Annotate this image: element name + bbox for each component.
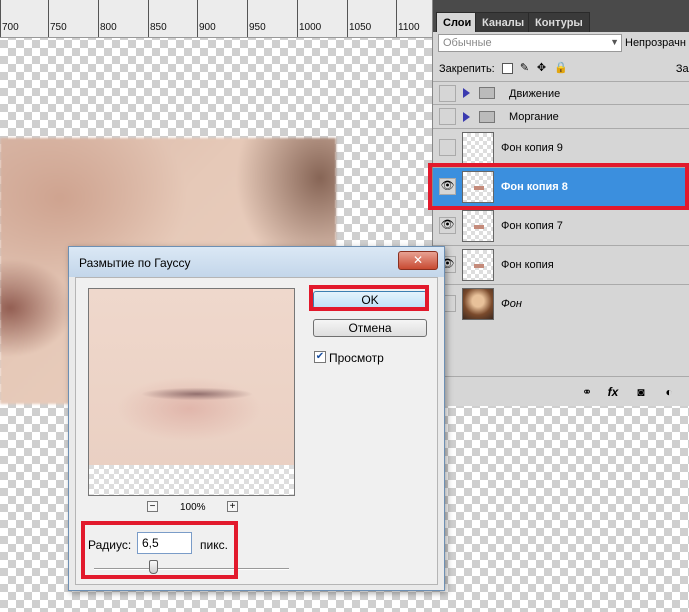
lock-row: Закрепить: ✎ ✥ 🔒 Зал [433,60,689,80]
lock-transparency-icon[interactable] [502,63,513,74]
layer-name: Фон копия [501,259,554,271]
tab-paths[interactable]: Контуры [528,12,590,32]
layers-panel: Слои Каналы Контуры Обычные ▼ Непрозрачн… [432,0,689,406]
layer-bg-copy-9[interactable]: Фон копия 9 [433,128,689,167]
ruler-label: 850 [150,22,167,33]
horizontal-ruler: 700 750 800 850 900 950 1000 1050 1100 [0,0,432,38]
visibility-toggle[interactable] [439,108,456,125]
zoom-out-button[interactable]: − [147,501,158,512]
preview-label: Просмотр [329,351,384,365]
ruler-label: 800 [100,22,117,33]
ruler-label: 950 [249,22,266,33]
layer-bg-copy-8[interactable]: 👁 Фон копия 8 [433,167,689,206]
preview-checkbox[interactable]: ✔ [314,351,326,363]
tab-channels[interactable]: Каналы [475,12,532,32]
ruler-label: 1050 [349,22,372,33]
link-icon[interactable]: ⚭ [579,385,595,399]
layer-name: Движение [509,88,561,100]
radius-label: Радиус: [88,538,132,552]
radius-slider-thumb[interactable] [149,560,159,574]
cancel-button[interactable]: Отмена [313,319,427,337]
ruler-label: 1000 [299,22,322,33]
radius-slider-track[interactable] [94,568,289,570]
layer-background[interactable]: Фон [433,284,689,323]
layer-group-motion[interactable]: Движение [433,81,689,104]
fx-icon[interactable]: fx [605,385,621,399]
visibility-toggle[interactable] [439,139,456,156]
brush-icon[interactable]: ✎ [519,63,530,74]
layer-group-blink[interactable]: Моргание [433,104,689,128]
move-icon[interactable]: ✥ [536,63,547,74]
folder-icon [479,111,495,123]
chevron-down-icon: ▼ [610,37,619,47]
blend-row: Обычные ▼ Непрозрачн [433,34,689,54]
layer-thumbnail [462,132,494,164]
close-button[interactable]: ✕ [398,251,438,270]
layer-thumbnail [462,210,494,242]
layer-bg-copy-7[interactable]: 👁 Фон копия 7 [433,206,689,245]
ok-button[interactable]: OK [313,291,427,309]
fill-label: Зал [675,63,689,75]
zoom-in-button[interactable]: + [227,501,238,512]
layer-name: Фон копия 9 [501,142,563,154]
panel-tabs: Слои Каналы Контуры [433,0,689,32]
ruler-label: 700 [2,22,19,33]
radius-unit: пикс. [200,538,228,552]
layer-thumbnail [462,288,494,320]
layer-name: Фон копия 8 [501,181,568,193]
expand-triangle-icon[interactable] [463,88,470,98]
preview-image [89,289,294,465]
radius-input[interactable] [137,532,192,554]
gaussian-blur-dialog: Размытие по Гауссу ✕ − 100% + OK Отмена … [68,246,445,591]
ruler-label: 750 [50,22,67,33]
blur-preview[interactable] [88,288,295,496]
dialog-titlebar[interactable]: Размытие по Гауссу ✕ [69,247,444,277]
mask-icon[interactable]: ◙ [633,385,649,399]
tab-layers[interactable]: Слои [436,12,479,32]
layer-name: Фон копия 7 [501,220,563,232]
opacity-label: Непрозрачн [625,37,686,49]
lock-label: Закрепить: [439,63,495,75]
eye-icon[interactable]: 👁 [439,178,456,195]
layer-bg-copy[interactable]: 👁 Фон копия [433,245,689,284]
layer-thumbnail [462,171,494,203]
folder-icon [479,87,495,99]
expand-triangle-icon[interactable] [463,112,470,122]
ruler-label: 900 [199,22,216,33]
layer-name: Моргание [509,111,559,123]
eye-icon[interactable]: 👁 [439,217,456,234]
lock-icon[interactable]: 🔒 [554,63,568,74]
layer-thumbnail [462,249,494,281]
adjustment-icon[interactable]: ◐ [661,385,677,399]
zoom-level: 100% [180,502,206,513]
layer-name: Фон [501,298,522,310]
blend-mode-select[interactable]: Обычные ▼ [438,34,622,52]
ruler-label: 1100 [398,22,420,33]
visibility-toggle[interactable] [439,85,456,102]
layers-footer: ⚭ fx ◙ ◐ [433,376,689,406]
dialog-title: Размытие по Гауссу [79,256,191,270]
blend-mode-value: Обычные [443,37,492,49]
